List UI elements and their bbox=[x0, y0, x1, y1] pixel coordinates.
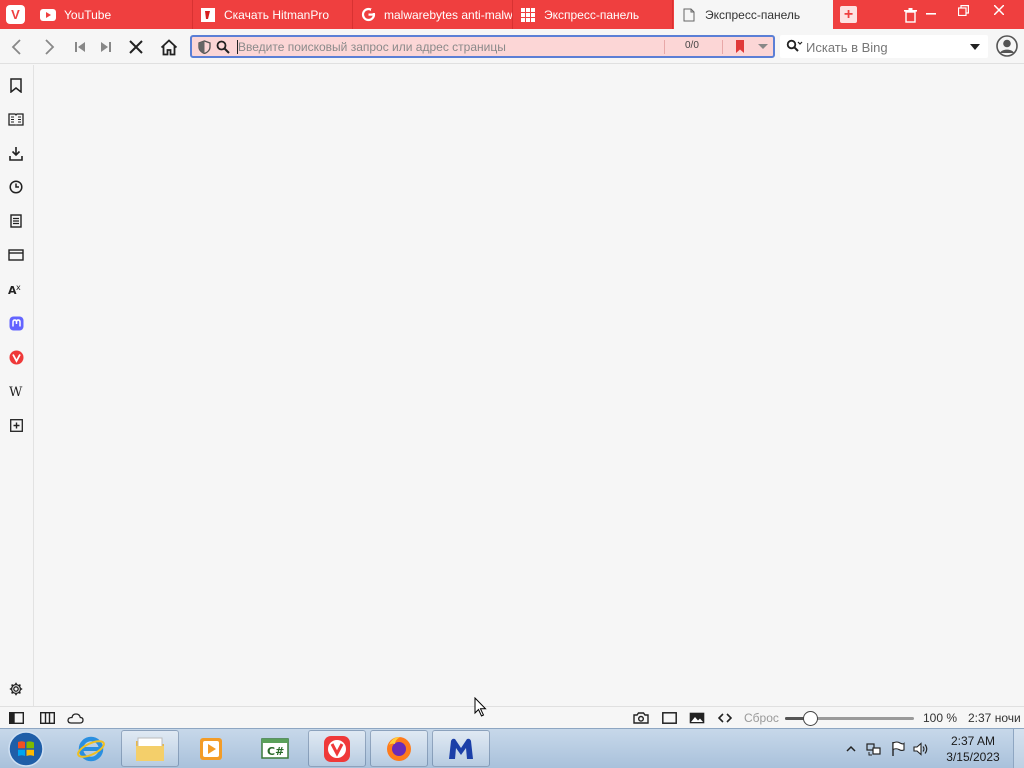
volume-icon[interactable] bbox=[913, 741, 929, 757]
tab-title: YouTube bbox=[64, 7, 112, 22]
start-button[interactable] bbox=[4, 729, 48, 768]
tab-malwarebytes-search[interactable]: malwarebytes anti-malw bbox=[353, 0, 513, 29]
svg-text:x: x bbox=[16, 283, 21, 292]
media-player-icon[interactable] bbox=[182, 730, 240, 767]
network-icon[interactable] bbox=[866, 741, 882, 757]
rewind-button[interactable] bbox=[70, 37, 90, 57]
zoom-slider-handle[interactable] bbox=[803, 711, 818, 726]
tab-hitmanpro[interactable]: Скачать HitmanPro bbox=[193, 0, 353, 29]
search-placeholder: Искать в Bing bbox=[806, 40, 888, 55]
youtube-icon bbox=[40, 7, 56, 23]
internet-explorer-icon[interactable] bbox=[62, 730, 120, 767]
windows-taskbar: C# 2:37 AM 3/15/2023 bbox=[0, 728, 1024, 768]
history-icon[interactable] bbox=[7, 178, 25, 196]
grid-icon bbox=[520, 7, 536, 23]
images-toggle-icon[interactable] bbox=[688, 711, 706, 725]
search-dropdown-button[interactable] bbox=[970, 44, 980, 50]
csharp-ide-icon[interactable]: C# bbox=[246, 730, 304, 767]
address-dropdown-button[interactable] bbox=[758, 44, 768, 49]
bookmarks-panel-icon[interactable] bbox=[7, 76, 25, 94]
show-desktop-button[interactable] bbox=[1013, 729, 1024, 768]
system-date: 3/15/2023 bbox=[946, 750, 1000, 764]
divider bbox=[722, 40, 723, 54]
close-window-button[interactable] bbox=[983, 0, 1015, 20]
restore-button[interactable] bbox=[947, 0, 979, 20]
mouse-cursor bbox=[474, 696, 488, 717]
zoom-level: 100 % bbox=[923, 711, 958, 725]
search-field[interactable]: Искать в Bing bbox=[780, 35, 988, 58]
firefox-icon[interactable] bbox=[370, 730, 428, 767]
vivaldi-icon[interactable] bbox=[7, 348, 25, 366]
status-clock: 2:37 ночи bbox=[968, 711, 1021, 725]
zoom-reset-button[interactable]: Сброс bbox=[744, 711, 779, 725]
search-icon bbox=[216, 40, 230, 57]
hitmanpro-icon bbox=[200, 7, 216, 23]
find-match-count: 0/0 bbox=[685, 40, 699, 51]
window-panel-icon[interactable] bbox=[7, 246, 25, 264]
zoom-slider[interactable] bbox=[785, 711, 914, 726]
google-icon bbox=[360, 7, 376, 23]
tile-tabs-icon[interactable] bbox=[38, 711, 56, 725]
forward-button[interactable] bbox=[40, 37, 60, 57]
sync-cloud-icon[interactable] bbox=[66, 711, 84, 725]
settings-icon[interactable] bbox=[7, 680, 25, 698]
divider bbox=[664, 40, 665, 54]
tab-title: malwarebytes anti-malw bbox=[384, 7, 513, 22]
vivaldi-menu-button[interactable]: V bbox=[6, 5, 25, 24]
vivaldi-taskbar-icon[interactable] bbox=[308, 730, 366, 767]
page-content bbox=[35, 65, 1024, 706]
panel-toggle-icon[interactable] bbox=[7, 711, 25, 725]
tab-title: Экспресс-панель bbox=[705, 7, 801, 22]
tab-bar: V YouTube Скачать HitmanPro malwarebytes… bbox=[0, 0, 1024, 29]
downloads-icon[interactable] bbox=[7, 144, 25, 162]
page-icon bbox=[681, 7, 697, 23]
tab-youtube[interactable]: YouTube bbox=[33, 0, 193, 29]
page-tiling-icon[interactable] bbox=[660, 711, 678, 725]
page-actions-icon[interactable] bbox=[716, 711, 734, 725]
mastodon-icon[interactable] bbox=[7, 314, 25, 332]
reading-list-icon[interactable] bbox=[7, 110, 25, 128]
malwarebytes-icon[interactable] bbox=[432, 730, 490, 767]
translate-icon[interactable]: Ax bbox=[7, 280, 25, 298]
tab-title: Экспресс-панель bbox=[544, 7, 640, 22]
svg-text:C#: C# bbox=[267, 745, 284, 758]
tab-speed-dial-active[interactable]: Экспресс-панель bbox=[674, 0, 833, 29]
notes-icon[interactable] bbox=[7, 212, 25, 230]
new-tab-button[interactable]: + bbox=[840, 6, 857, 23]
profile-avatar-icon[interactable] bbox=[996, 35, 1018, 57]
add-web-panel-icon[interactable] bbox=[7, 416, 25, 434]
action-center-flag-icon[interactable] bbox=[890, 741, 906, 757]
address-toolbar: Введите поисковый запрос или адрес стран… bbox=[0, 29, 1024, 64]
system-time: 2:37 AM bbox=[950, 734, 996, 748]
shield-icon[interactable] bbox=[198, 40, 211, 57]
system-clock[interactable]: 2:37 AM 3/15/2023 bbox=[940, 733, 1006, 765]
wikipedia-icon[interactable]: W bbox=[7, 382, 25, 400]
tab-title: Скачать HitmanPro bbox=[224, 7, 330, 22]
side-panel: Ax W bbox=[0, 65, 34, 706]
stop-loading-button[interactable] bbox=[126, 37, 146, 57]
search-engine-icon[interactable] bbox=[786, 39, 803, 56]
home-button[interactable] bbox=[159, 37, 179, 57]
address-field[interactable]: Введите поисковый запрос или адрес стран… bbox=[190, 35, 775, 58]
tray-overflow-chevron-icon[interactable] bbox=[843, 741, 859, 757]
file-explorer-icon[interactable] bbox=[121, 730, 179, 767]
bookmark-icon[interactable] bbox=[735, 40, 745, 57]
tab-speed-dial[interactable]: Экспресс-панель bbox=[513, 0, 673, 29]
back-button[interactable] bbox=[6, 37, 26, 57]
capture-camera-icon[interactable] bbox=[632, 711, 650, 725]
status-bar: Сброс 100 % 2:37 ночи bbox=[0, 706, 1024, 728]
svg-text:W: W bbox=[9, 385, 23, 397]
fast-forward-button[interactable] bbox=[96, 37, 116, 57]
minimize-button[interactable] bbox=[915, 0, 947, 20]
address-placeholder: Введите поисковый запрос или адрес стран… bbox=[238, 40, 506, 54]
